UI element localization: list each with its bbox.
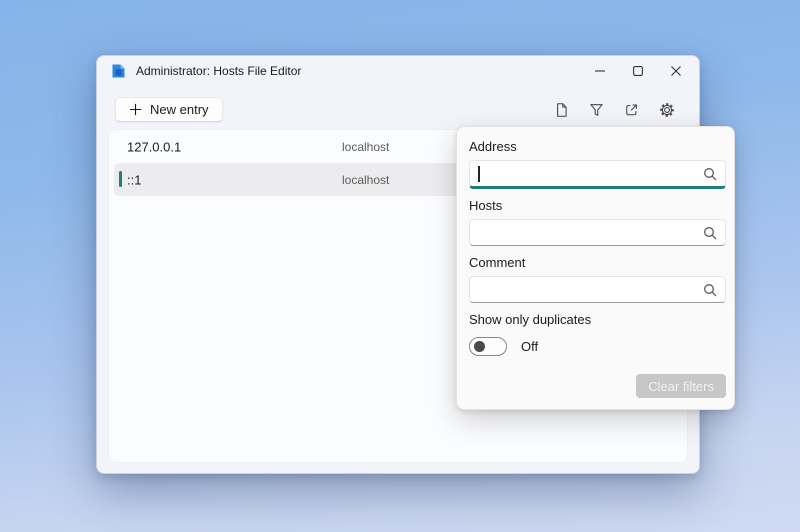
toolbar: New entry (97, 97, 699, 125)
address-filter-group: Address (469, 139, 726, 189)
address-filter-input[interactable] (478, 162, 697, 185)
new-entry-label: New entry (150, 102, 209, 117)
maximize-button[interactable] (619, 56, 657, 86)
window-title: Administrator: Hosts File Editor (136, 64, 301, 78)
search-icon (703, 283, 717, 297)
text-caret (478, 166, 480, 182)
close-button[interactable] (657, 56, 695, 86)
entry-address: ::1 (127, 172, 141, 187)
minimize-button[interactable] (581, 56, 619, 86)
duplicates-toggle-row: Off (469, 337, 726, 356)
search-icon (703, 226, 717, 240)
selection-accent-bar (119, 171, 122, 187)
toggle-state-label: Off (521, 339, 538, 354)
address-label: Address (469, 139, 726, 155)
show-only-duplicates-label: Show only duplicates (469, 312, 726, 328)
caption-buttons (581, 56, 695, 86)
filter-flyout: Address Hosts (456, 126, 735, 410)
entry-hosts: localhost (342, 140, 389, 154)
entry-hosts: localhost (342, 173, 389, 187)
search-icon (703, 167, 717, 181)
open-external-icon[interactable] (614, 95, 649, 125)
settings-gear-icon[interactable] (649, 95, 684, 125)
titlebar[interactable]: Administrator: Hosts File Editor (97, 56, 699, 86)
new-file-icon[interactable] (544, 95, 579, 125)
filter-icon[interactable] (579, 95, 614, 125)
address-search-box (469, 160, 726, 189)
hosts-label: Hosts (469, 198, 726, 214)
duplicates-toggle-switch[interactable] (469, 337, 507, 356)
hosts-filter-group: Hosts (469, 198, 726, 246)
clear-filters-button[interactable]: Clear filters (636, 374, 726, 398)
new-entry-button[interactable]: New entry (115, 97, 223, 122)
comment-filter-group: Comment (469, 255, 726, 303)
plus-icon (129, 103, 142, 116)
hosts-search-box (469, 219, 726, 246)
entry-address: 127.0.0.1 (127, 139, 181, 154)
desktop-background: Administrator: Hosts File Editor New en (0, 0, 800, 532)
flyout-footer: Clear filters (469, 374, 726, 398)
hosts-filter-input[interactable] (478, 221, 697, 244)
comment-label: Comment (469, 255, 726, 271)
app-icon (111, 63, 126, 79)
comment-filter-input[interactable] (478, 278, 697, 301)
toolbar-icon-group (544, 95, 684, 125)
comment-search-box (469, 276, 726, 303)
toggle-knob (474, 341, 485, 352)
